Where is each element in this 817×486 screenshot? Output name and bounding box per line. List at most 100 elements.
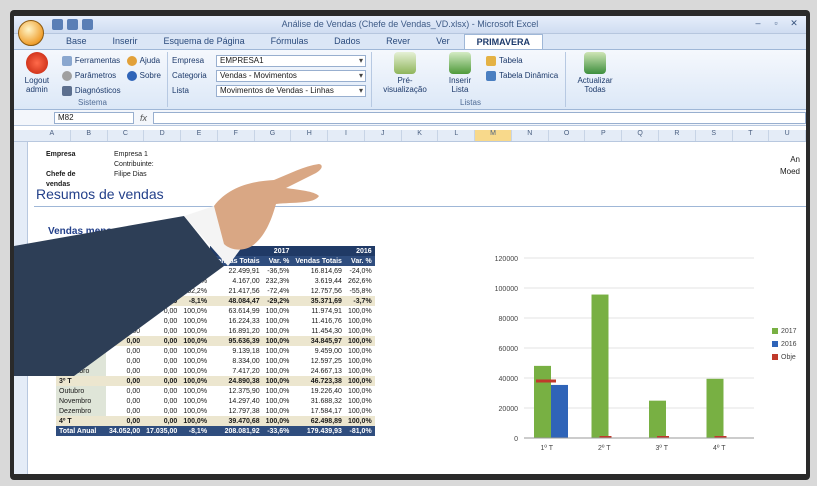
table-cell[interactable]: 0,00	[106, 396, 143, 406]
table-cell[interactable]: 63.614,99	[210, 306, 263, 316]
column-header[interactable]: I	[328, 130, 365, 141]
table-cell[interactable]: 100,0%	[344, 336, 375, 346]
table-cell[interactable]: 0,00	[143, 336, 181, 346]
table-cell[interactable]: 100,0%	[345, 366, 375, 376]
table-cell[interactable]: 0,00	[143, 356, 180, 366]
table-cell[interactable]: 100,0%	[263, 326, 293, 336]
table-cell[interactable]: 2,00	[106, 296, 144, 306]
column-header[interactable]: T	[733, 130, 770, 141]
column-header[interactable]: M	[475, 130, 512, 141]
table-cell[interactable]: 11.974,91	[292, 306, 345, 316]
table-cell[interactable]: 0,00	[106, 266, 143, 276]
table-cell[interactable]: 9.139,18	[210, 346, 263, 356]
table-cell[interactable]: 0,00	[106, 356, 143, 366]
ajuda-button[interactable]: Ajuda	[126, 54, 161, 67]
table-cell[interactable]: 100,0%	[180, 346, 210, 356]
table-cell[interactable]: 100,0%	[180, 406, 210, 416]
name-box[interactable]: M82	[54, 111, 134, 124]
table-cell[interactable]: -55,8%	[345, 286, 375, 296]
table-cell[interactable]: 100,0%	[344, 416, 375, 426]
tab-ver[interactable]: Ver	[424, 34, 462, 49]
table-cell[interactable]: 100,0%	[345, 316, 375, 326]
table-cell[interactable]: 12.757,56	[292, 286, 345, 296]
ferramentas-button[interactable]: Ferramentas	[61, 54, 121, 67]
table-cell[interactable]: 21.417,56	[210, 286, 263, 296]
table-cell[interactable]: 8.334,00	[210, 356, 263, 366]
table-cell[interactable]: 232,3%	[263, 276, 293, 286]
column-header[interactable]: B	[71, 130, 108, 141]
table-cell[interactable]: 62.498,89	[292, 416, 345, 426]
column-header[interactable]: D	[144, 130, 182, 141]
table-cell[interactable]: -72,4%	[263, 286, 293, 296]
column-header[interactable]: J	[365, 130, 402, 141]
table-cell[interactable]: -81,0%	[344, 426, 375, 436]
table-cell[interactable]: 12,2%	[180, 276, 210, 286]
table-cell[interactable]: 4.167,00	[210, 276, 263, 286]
table-cell[interactable]: 100,0%	[262, 376, 293, 386]
table-cell[interactable]: 100,0%	[263, 406, 293, 416]
table-cell[interactable]: -8,1%	[180, 426, 211, 436]
actualizar-button[interactable]: Actualizar Todas	[570, 52, 620, 107]
table-cell[interactable]: 100,0%	[180, 326, 210, 336]
table-cell[interactable]: 0,00	[143, 326, 180, 336]
column-header[interactable]: N	[512, 130, 549, 141]
table-cell[interactable]: 0,00	[143, 396, 180, 406]
column-header[interactable]: R	[659, 130, 696, 141]
table-cell[interactable]: 0,00	[143, 366, 180, 376]
table-cell[interactable]: -52,2%	[180, 286, 210, 296]
table-cell[interactable]: 7.417,20	[210, 366, 263, 376]
table-cell[interactable]: 0,00	[106, 406, 143, 416]
table-cell[interactable]	[106, 276, 143, 286]
table-cell[interactable]: 16.891,20	[210, 326, 263, 336]
tab-base[interactable]: Base	[54, 34, 99, 49]
column-header[interactable]: L	[438, 130, 476, 141]
table-cell[interactable]: 17.345,00	[143, 276, 180, 286]
column-header[interactable]: U	[769, 130, 806, 141]
table-cell[interactable]: 46.723,38	[292, 376, 345, 386]
table-cell[interactable]: -29,2%	[262, 296, 293, 306]
table-cell[interactable]: 0,00	[143, 376, 181, 386]
column-header[interactable]: A	[34, 130, 71, 141]
sobre-button[interactable]: Sobre	[126, 69, 161, 82]
table-cell[interactable]: 16.224,33	[210, 316, 263, 326]
parametros-button[interactable]: Parâmetros	[61, 69, 121, 82]
table-cell[interactable]: 12.597,25	[292, 356, 345, 366]
table-cell[interactable]: 0,00	[106, 416, 144, 426]
table-cell[interactable]: 100,0%	[345, 386, 375, 396]
table-cell[interactable]: 0,00	[106, 366, 143, 376]
table-cell[interactable]: 100,0%	[263, 396, 293, 406]
empresa-select[interactable]: EMPRESA1	[216, 54, 366, 67]
table-cell[interactable]: 100,0%	[180, 416, 211, 426]
table-cell[interactable]: 16.814,69	[292, 266, 345, 276]
table-cell[interactable]: 12.345,00	[143, 286, 180, 296]
table-cell[interactable]: 100,0%	[262, 416, 293, 426]
table-cell[interactable]: 100,0%	[263, 306, 293, 316]
table-cell[interactable]: 100,0%	[263, 386, 293, 396]
table-cell[interactable]: 34.052,00	[106, 426, 144, 436]
table-cell[interactable]: 100,0%	[180, 396, 210, 406]
formula-input[interactable]	[153, 111, 806, 124]
table-cell[interactable]: 11.416,76	[292, 316, 345, 326]
table-cell[interactable]: -8,1%	[180, 296, 211, 306]
minimize-icon[interactable]: –	[750, 18, 766, 30]
tab-rever[interactable]: Rever	[374, 34, 422, 49]
table-cell[interactable]: 0,00	[143, 306, 180, 316]
column-header[interactable]: E	[181, 130, 218, 141]
table-cell[interactable]: 0,00	[143, 386, 180, 396]
table-cell[interactable]: 100,0%	[345, 396, 375, 406]
column-header[interactable]: P	[585, 130, 623, 141]
table-cell[interactable]: 100,0%	[344, 376, 375, 386]
table-cell[interactable]: 39.470,68	[210, 416, 263, 426]
table-cell[interactable]: 0,00	[143, 266, 180, 276]
office-button[interactable]	[18, 20, 44, 46]
table-cell[interactable]: 100,0%	[262, 336, 293, 346]
table-cell[interactable]	[106, 286, 143, 296]
fx-icon[interactable]: fx	[140, 113, 147, 123]
table-cell[interactable]: 100,0%	[180, 306, 210, 316]
table-cell[interactable]: 0,00	[106, 306, 143, 316]
table-cell[interactable]: 24.890,38	[210, 376, 263, 386]
table-cell[interactable]: -3,7%	[344, 296, 375, 306]
table-cell[interactable]: 208.081,92	[210, 426, 263, 436]
column-header[interactable]: C	[108, 130, 145, 141]
table-cell[interactable]: 179.439,93	[292, 426, 345, 436]
